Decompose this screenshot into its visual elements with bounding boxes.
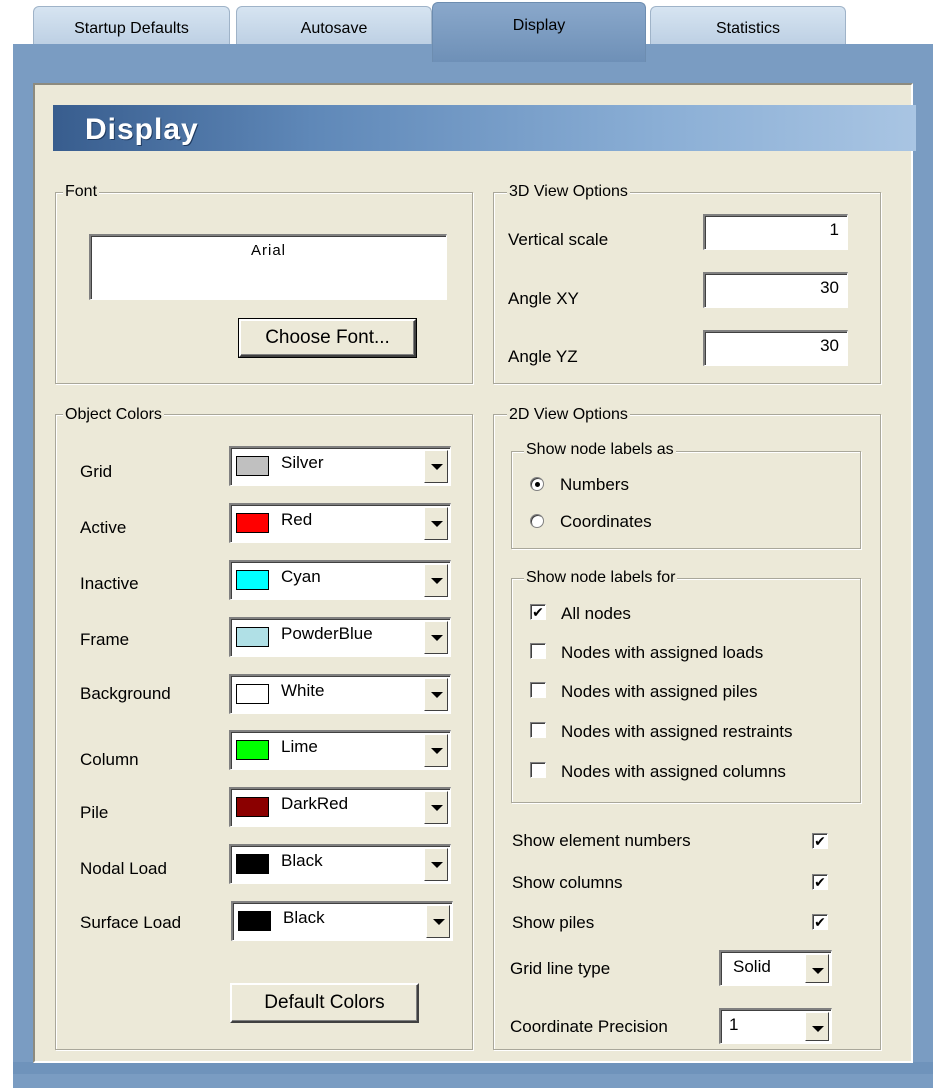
- chevron-down-icon[interactable]: [424, 621, 448, 654]
- color-label-inactive: Inactive: [80, 574, 139, 593]
- coordinate-precision-value: 1: [729, 1015, 739, 1034]
- assigned-restraints-label: Nodes with assigned restraints: [561, 722, 793, 741]
- color-swatch: [236, 797, 269, 817]
- grid-line-type-select[interactable]: Solid: [719, 950, 832, 986]
- angle-yz-input[interactable]: 30: [703, 330, 848, 366]
- tab-label: Display: [512, 17, 566, 34]
- tab-startup-defaults[interactable]: Startup Defaults: [33, 6, 230, 46]
- assigned-piles-label: Nodes with assigned piles: [561, 682, 758, 701]
- tab-label: Autosave: [300, 20, 368, 37]
- color-label-active: Active: [80, 518, 127, 537]
- chevron-down-icon[interactable]: [805, 954, 829, 983]
- color-select-background[interactable]: White: [229, 674, 451, 714]
- color-select-frame[interactable]: PowderBlue: [229, 617, 451, 657]
- color-label-grid: Grid: [80, 462, 113, 481]
- chevron-down-icon[interactable]: [424, 678, 448, 711]
- choose-font-button[interactable]: Choose Font...: [238, 318, 417, 358]
- angle-xy-input[interactable]: 30: [703, 272, 848, 308]
- grid-line-type-value: Solid: [733, 957, 771, 976]
- color-select-active[interactable]: Red: [229, 503, 451, 543]
- color-value: PowderBlue: [281, 624, 373, 643]
- color-label-background: Background: [80, 684, 171, 703]
- coordinate-precision-label: Coordinate Precision: [510, 1017, 668, 1036]
- tab-frame-bottom: [13, 1062, 933, 1074]
- color-swatch: [236, 854, 269, 874]
- tab-statistics[interactable]: Statistics: [650, 6, 846, 46]
- chevron-down-icon[interactable]: [805, 1012, 829, 1041]
- assigned-loads-label: Nodes with assigned loads: [561, 643, 764, 662]
- color-select-pile[interactable]: DarkRed: [229, 787, 451, 827]
- color-value: Cyan: [281, 567, 321, 586]
- all-nodes-label: All nodes: [561, 604, 631, 623]
- angle-yz-label: Angle YZ: [508, 347, 578, 366]
- chevron-down-icon[interactable]: [424, 564, 448, 597]
- assigned-restraints-checkbox[interactable]: [530, 722, 546, 738]
- color-value: Silver: [281, 453, 324, 472]
- show-element-numbers-label: Show element numbers: [512, 831, 691, 850]
- tab-display[interactable]: Display: [432, 2, 646, 62]
- vertical-scale-input[interactable]: 1: [703, 214, 848, 250]
- show-piles-label: Show piles: [512, 913, 595, 932]
- color-select-nodal-load[interactable]: Black: [229, 844, 451, 884]
- chevron-down-icon[interactable]: [424, 734, 448, 767]
- vertical-scale-label: Vertical scale: [508, 230, 609, 249]
- numbers-radio[interactable]: [530, 477, 544, 491]
- all-nodes-checkbox[interactable]: ✔: [530, 604, 546, 620]
- color-value: Black: [283, 908, 325, 927]
- color-value: Black: [281, 851, 323, 870]
- default-colors-button[interactable]: Default Colors: [230, 983, 419, 1023]
- color-value: DarkRed: [281, 794, 349, 813]
- show-piles-checkbox[interactable]: ✔: [812, 914, 828, 930]
- 2d-view-options-legend: 2D View Options: [507, 406, 630, 424]
- show-columns-label: Show columns: [512, 873, 623, 892]
- assigned-columns-label: Nodes with assigned columns: [561, 762, 786, 781]
- node-labels-for-legend: Show node labels for: [524, 569, 678, 587]
- chevron-down-icon[interactable]: [424, 450, 448, 483]
- color-value: White: [281, 681, 325, 700]
- chevron-down-icon[interactable]: [424, 791, 448, 824]
- color-swatch: [236, 570, 269, 590]
- angle-xy-label: Angle XY: [508, 289, 579, 308]
- assigned-loads-checkbox[interactable]: [530, 643, 546, 659]
- show-element-numbers-checkbox[interactable]: ✔: [812, 833, 828, 849]
- font-preview-box: Arial: [89, 234, 447, 300]
- color-select-inactive[interactable]: Cyan: [229, 560, 451, 600]
- tab-label: Statistics: [715, 20, 780, 37]
- color-swatch: [236, 740, 269, 760]
- assigned-piles-checkbox[interactable]: [530, 682, 546, 698]
- color-select-column[interactable]: Lime: [229, 730, 451, 770]
- node-labels-as-group: [511, 451, 861, 549]
- color-label-frame: Frame: [80, 630, 130, 649]
- color-select-surface-load[interactable]: Black: [231, 901, 453, 941]
- 3d-view-options-legend: 3D View Options: [507, 183, 630, 201]
- color-swatch: [236, 513, 269, 533]
- color-label-nodal-load: Nodal Load: [80, 859, 167, 878]
- chevron-down-icon[interactable]: [424, 507, 448, 540]
- coordinates-radio-label: Coordinates: [560, 512, 652, 531]
- color-swatch: [238, 911, 271, 931]
- color-label-column: Column: [80, 750, 139, 769]
- color-select-grid[interactable]: Silver: [229, 446, 451, 486]
- page-title: Display: [53, 105, 916, 151]
- color-swatch: [236, 456, 269, 476]
- color-label-pile: Pile: [80, 803, 109, 822]
- show-columns-checkbox[interactable]: ✔: [812, 874, 828, 890]
- font-group-legend: Font: [63, 183, 100, 201]
- color-label-surface-load: Surface Load: [80, 913, 182, 932]
- chevron-down-icon[interactable]: [424, 848, 448, 881]
- object-colors-legend: Object Colors: [63, 406, 164, 424]
- coordinate-precision-select[interactable]: 1: [719, 1008, 832, 1044]
- node-labels-as-legend: Show node labels as: [524, 441, 676, 459]
- chevron-down-icon[interactable]: [426, 905, 450, 938]
- color-value: Red: [281, 510, 313, 529]
- assigned-columns-checkbox[interactable]: [530, 762, 546, 778]
- numbers-radio-label: Numbers: [560, 475, 629, 494]
- color-swatch: [236, 684, 269, 704]
- color-swatch: [236, 627, 269, 647]
- tab-label: Startup Defaults: [74, 20, 189, 37]
- coordinates-radio[interactable]: [530, 514, 544, 528]
- tab-autosave[interactable]: Autosave: [236, 6, 432, 46]
- color-value: Lime: [281, 737, 318, 756]
- grid-line-type-label: Grid line type: [510, 959, 611, 978]
